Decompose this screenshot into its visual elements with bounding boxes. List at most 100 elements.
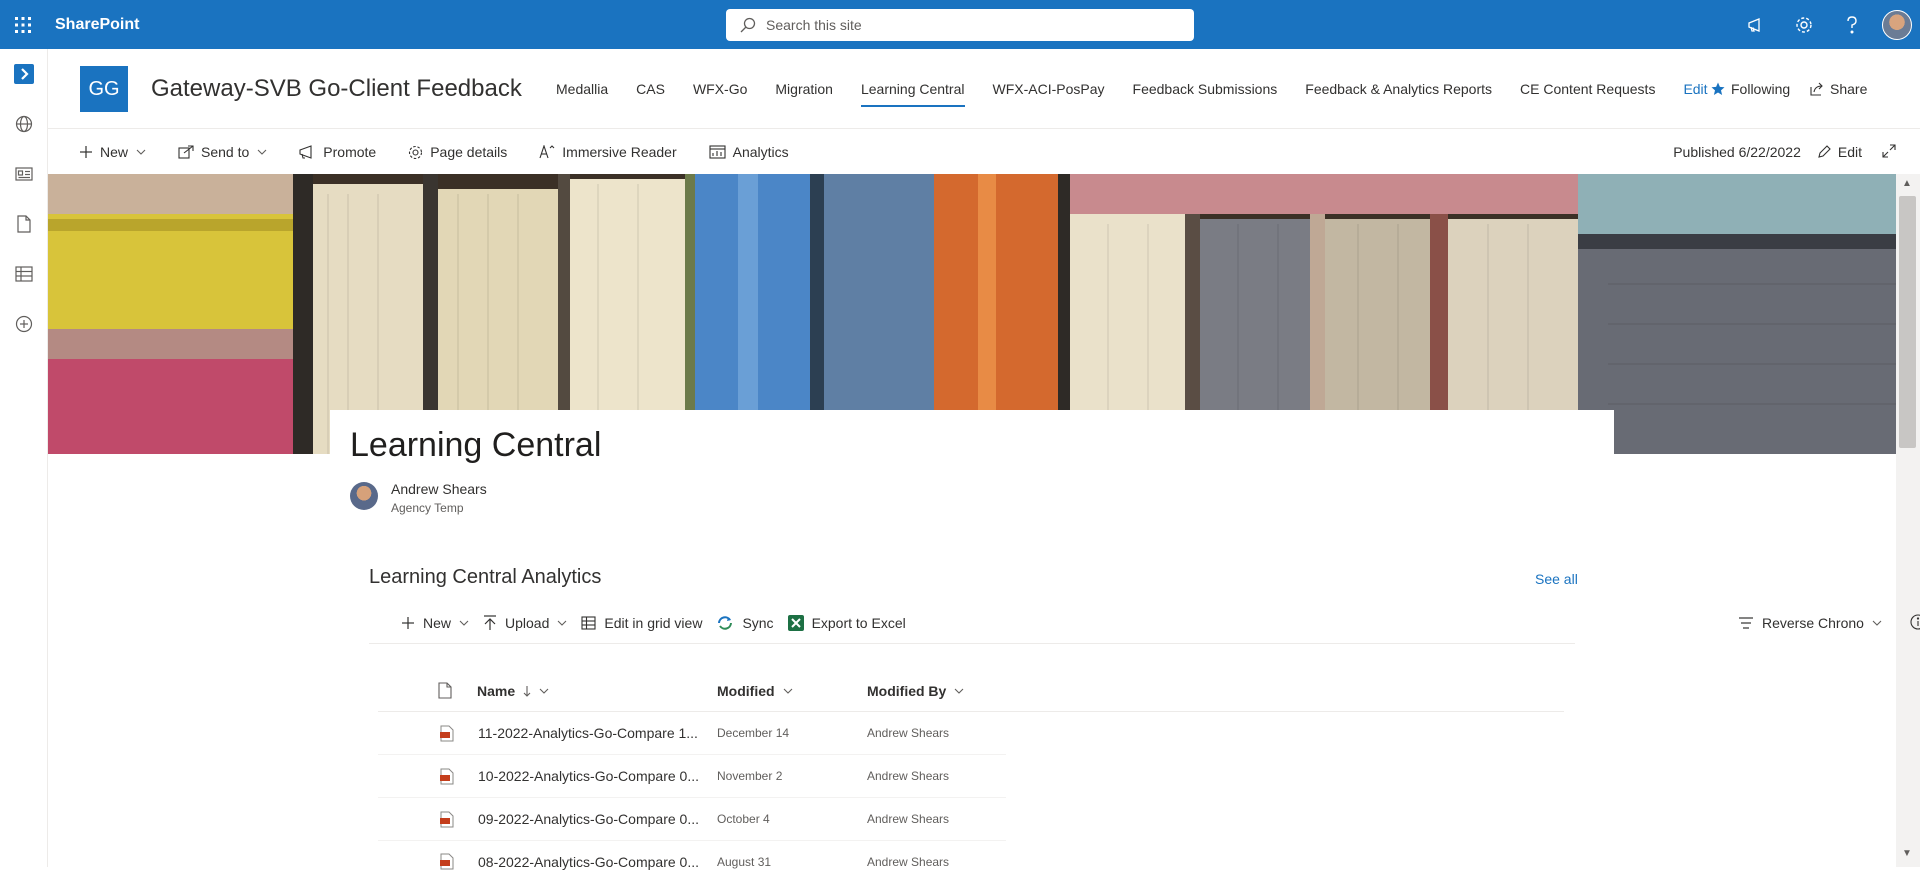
send-to-label: Send to	[201, 144, 250, 160]
site-navigation: Medallia CAS WFX-Go Migration Learning C…	[556, 49, 1736, 129]
file-icon[interactable]	[0, 199, 48, 249]
edit-page-button[interactable]: Edit	[1817, 144, 1862, 160]
nav-item-wfx-aci-pospay[interactable]: WFX-ACI-PosPay	[993, 49, 1105, 129]
nav-item-medallia[interactable]: Medallia	[556, 49, 608, 129]
table-row[interactable]: 10-2022-Analytics-Go-Compare 0... Novemb…	[378, 755, 1006, 798]
scroll-down-arrow-icon[interactable]: ▼	[1902, 848, 1912, 859]
author-avatar[interactable]	[350, 482, 378, 510]
analytics-button[interactable]: Analytics	[709, 144, 789, 160]
gear-icon[interactable]	[1780, 0, 1828, 49]
star-icon	[1711, 82, 1725, 95]
author-role: Agency Temp	[391, 501, 464, 515]
nav-item-migration[interactable]: Migration	[775, 49, 833, 129]
pdf-file-icon	[440, 811, 454, 831]
immersive-reader-icon	[539, 145, 555, 159]
table-row[interactable]: 11-2022-Analytics-Go-Compare 1... Decemb…	[378, 712, 1006, 755]
view-selector-label: Reverse Chrono	[1762, 615, 1864, 631]
table-row[interactable]: 09-2022-Analytics-Go-Compare 0... Octobe…	[378, 798, 1006, 841]
following-button[interactable]: Following	[1711, 49, 1790, 129]
share-label: Share	[1830, 81, 1868, 97]
column-header-name-label: Name	[477, 682, 516, 699]
app-brand[interactable]: SharePoint	[55, 16, 139, 34]
nav-item-cas[interactable]: CAS	[636, 49, 665, 129]
column-header-modified-label: Modified	[717, 682, 775, 699]
suite-bar: SharePoint Search this site	[0, 0, 1920, 49]
following-label: Following	[1731, 81, 1791, 97]
author-name[interactable]: Andrew Shears	[391, 481, 487, 497]
sync-icon	[718, 615, 733, 630]
chevron-down-icon	[1872, 620, 1882, 626]
create-icon[interactable]	[0, 299, 48, 349]
sync-button[interactable]: Sync	[716, 614, 774, 631]
page-title: Learning Central	[350, 426, 602, 464]
app-launcher-icon[interactable]	[0, 0, 46, 49]
search-box[interactable]: Search this site	[726, 9, 1194, 41]
news-icon[interactable]	[0, 149, 48, 199]
plus-icon	[402, 616, 414, 629]
page-details-label: Page details	[430, 144, 508, 160]
pdf-file-icon	[440, 853, 454, 873]
site-logo[interactable]: GG	[80, 66, 128, 112]
nav-edit-link[interactable]: Edit	[1683, 49, 1707, 129]
file-modified-by[interactable]: Andrew Shears	[867, 726, 949, 740]
nav-item-feedback-submissions[interactable]: Feedback Submissions	[1133, 49, 1278, 129]
column-header-modified-by-label: Modified By	[867, 682, 947, 699]
table-row[interactable]: 08-2022-Analytics-Go-Compare 0... August…	[378, 841, 1006, 870]
export-excel-label: Export to Excel	[811, 614, 906, 631]
see-all-link[interactable]: See all	[1535, 571, 1578, 587]
globe-icon[interactable]	[0, 99, 48, 149]
lists-icon[interactable]	[0, 249, 48, 299]
help-icon[interactable]	[1828, 0, 1876, 49]
file-modified: December 14	[717, 726, 790, 740]
file-name-link[interactable]: 11-2022-Analytics-Go-Compare 1...	[478, 725, 698, 741]
sharepoint-home-icon[interactable]	[0, 49, 48, 99]
sort-descending-icon	[523, 685, 531, 697]
edit-label: Edit	[1837, 144, 1862, 160]
edit-grid-view-label: Edit in grid view	[604, 614, 703, 631]
column-header-modified-by[interactable]: Modified By	[867, 683, 964, 699]
nav-item-feedback-analytics-reports[interactable]: Feedback & Analytics Reports	[1305, 49, 1492, 129]
send-icon	[178, 145, 194, 159]
nav-item-ce-content-requests[interactable]: CE Content Requests	[1520, 49, 1655, 129]
plus-icon	[80, 146, 92, 158]
info-icon[interactable]	[1910, 613, 1920, 633]
expand-icon[interactable]	[1882, 143, 1896, 161]
site-title[interactable]: Gateway-SVB Go-Client Feedback	[151, 75, 522, 103]
promote-button[interactable]: Promote	[299, 144, 376, 160]
user-avatar[interactable]	[1882, 9, 1912, 40]
megaphone-icon[interactable]	[1732, 0, 1780, 49]
column-header-name[interactable]: Name	[477, 683, 549, 699]
send-to-button[interactable]: Send to	[178, 144, 267, 160]
immersive-reader-button[interactable]: Immersive Reader	[539, 144, 677, 160]
share-button[interactable]: Share	[1810, 49, 1867, 129]
file-name-link[interactable]: 09-2022-Analytics-Go-Compare 0...	[478, 811, 699, 827]
file-modified-by[interactable]: Andrew Shears	[867, 812, 949, 826]
megaphone-icon	[299, 145, 312, 159]
library-title[interactable]: Learning Central Analytics	[369, 566, 601, 589]
library-new-label: New	[423, 614, 452, 631]
view-selector[interactable]: Reverse Chrono	[1738, 615, 1910, 631]
file-type-column-icon[interactable]	[438, 682, 452, 702]
nav-item-wfx-go[interactable]: WFX-Go	[693, 49, 747, 129]
library-new-button[interactable]: New	[401, 615, 469, 631]
file-modified-by[interactable]: Andrew Shears	[867, 769, 949, 783]
sync-label: Sync	[742, 614, 774, 631]
file-name-link[interactable]: 08-2022-Analytics-Go-Compare 0...	[478, 854, 699, 870]
export-excel-button[interactable]: Export to Excel	[787, 614, 906, 631]
pdf-file-icon	[440, 768, 454, 788]
pdf-file-icon	[440, 725, 454, 745]
edit-grid-view-button[interactable]: Edit in grid view	[581, 615, 702, 631]
scroll-up-arrow-icon[interactable]: ▲	[1902, 178, 1912, 189]
page-details-button[interactable]: Page details	[408, 144, 507, 160]
site-header: GG Gateway-SVB Go-Client Feedback Medall…	[48, 49, 1920, 129]
file-name-link[interactable]: 10-2022-Analytics-Go-Compare 0...	[478, 768, 699, 784]
column-header-modified[interactable]: Modified	[717, 683, 793, 699]
search-icon	[740, 17, 756, 33]
nav-item-learning-central[interactable]: Learning Central	[860, 49, 965, 129]
analytics-icon	[709, 145, 726, 159]
promote-label: Promote	[323, 144, 377, 160]
scrollbar-thumb[interactable]	[1899, 196, 1916, 448]
new-button[interactable]: New	[79, 144, 146, 160]
search-placeholder: Search this site	[766, 17, 862, 33]
upload-button[interactable]: Upload	[483, 615, 567, 631]
